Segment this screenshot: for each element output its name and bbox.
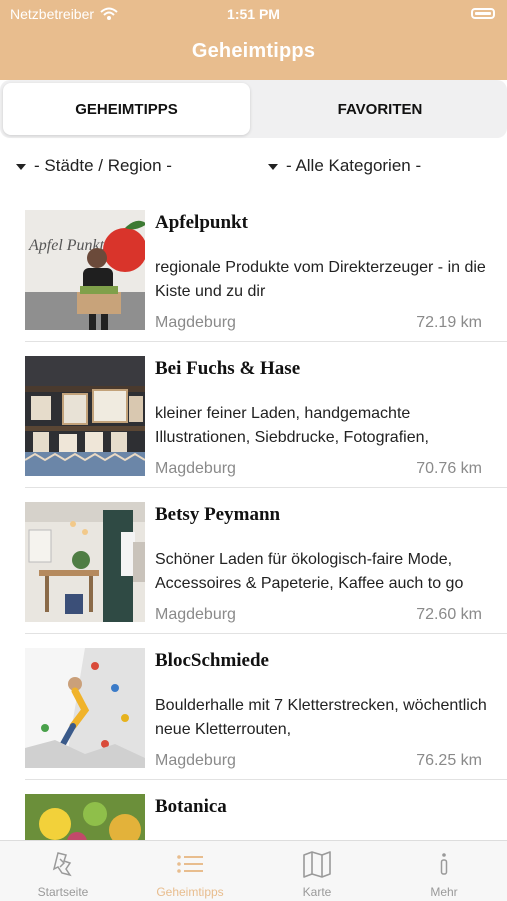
dropdown-triangle-icon: [268, 164, 278, 170]
battery-icon: [471, 8, 495, 19]
item-name: Apfelpunkt: [155, 212, 248, 233]
tab-label: Geheimtipps: [156, 885, 224, 899]
info-icon: [440, 853, 448, 875]
bei-fuchs-hase-photo: [25, 356, 145, 476]
item-description: regionale Produkte vom Direkterzeuger - …: [155, 259, 486, 300]
apfelpunkt-photo: Apfel Punkt: [25, 210, 145, 330]
home-icon: [52, 852, 72, 877]
dropdown-triangle-icon: [16, 164, 26, 170]
page-title: Geheimtipps: [191, 40, 316, 62]
item-distance: 70.76 km: [416, 460, 482, 477]
region-filter-label: - Städte / Region -: [34, 156, 172, 175]
item-name: BlocSchmiede: [155, 650, 269, 671]
item-city: Magdeburg: [155, 752, 236, 769]
item-city: Magdeburg: [155, 606, 236, 623]
item-description: Schöner Laden für ökologisch-faire Mode,…: [155, 551, 464, 592]
segmented-control: GEHEIMTIPPS FAVORITEN: [0, 80, 507, 138]
app-header: Netzbetreiber 1:51 PM Geheimtipps: [0, 0, 507, 80]
list-item[interactable]: Betsy Peymann Schöner Laden für ökologis…: [0, 488, 507, 634]
tab-karte[interactable]: Karte: [254, 841, 380, 901]
tab-mehr[interactable]: Mehr: [381, 841, 507, 901]
status-bar: Netzbetreiber 1:51 PM: [0, 4, 507, 24]
betsy-peymann-photo: [25, 502, 145, 622]
blocschmiede-photo: [25, 648, 145, 768]
filter-bar: - Städte / Region - - Alle Kategorien -: [0, 150, 507, 184]
item-name: Botanica: [155, 796, 227, 817]
list-item[interactable]: Bei Fuchs & Hase kleiner feiner Laden, h…: [0, 342, 507, 488]
list-icon: [177, 855, 203, 873]
list-item[interactable]: BlocSchmiede Boulderhalle mit 7 Kletters…: [0, 634, 507, 780]
item-city: Magdeburg: [155, 460, 236, 477]
region-filter[interactable]: - Städte / Region -: [16, 156, 172, 176]
tab-geheimtipps[interactable]: Geheimtipps: [127, 841, 253, 901]
clock: 1:51 PM: [227, 6, 280, 22]
tab-label: Mehr: [430, 885, 458, 899]
category-filter[interactable]: - Alle Kategorien -: [268, 156, 421, 176]
item-distance: 72.19 km: [416, 314, 482, 331]
item-distance: 76.25 km: [416, 752, 482, 769]
item-distance: 72.60 km: [416, 606, 482, 623]
list-item[interactable]: Apfel Punkt Apfelpunkt regionale Produkt…: [0, 196, 507, 342]
tab-favoriten-segment[interactable]: FAVORITEN: [255, 83, 505, 135]
list-item[interactable]: Botanica: [0, 780, 507, 840]
item-description: kleiner feiner Laden, handgemachte Illus…: [155, 405, 429, 446]
item-name: Betsy Peymann: [155, 504, 281, 525]
tab-label: Startseite: [37, 885, 89, 899]
map-icon: [303, 851, 331, 878]
tips-list: Apfel Punkt Apfelpunkt regionale Produkt…: [0, 196, 507, 840]
category-filter-label: - Alle Kategorien -: [286, 156, 422, 175]
tab-label: Karte: [302, 885, 332, 899]
item-city: Magdeburg: [155, 314, 236, 331]
tab-geheimtipps-segment[interactable]: GEHEIMTIPPS: [3, 83, 250, 135]
item-name: Bei Fuchs & Hase: [155, 358, 301, 379]
tab-startseite[interactable]: Startseite: [0, 841, 126, 901]
botanica-photo: [25, 794, 145, 840]
tab-bar: Startseite Geheimtipps Karte Mehr: [0, 840, 507, 901]
item-description: Boulderhalle mit 7 Kletterstrecken, wöch…: [155, 697, 487, 738]
